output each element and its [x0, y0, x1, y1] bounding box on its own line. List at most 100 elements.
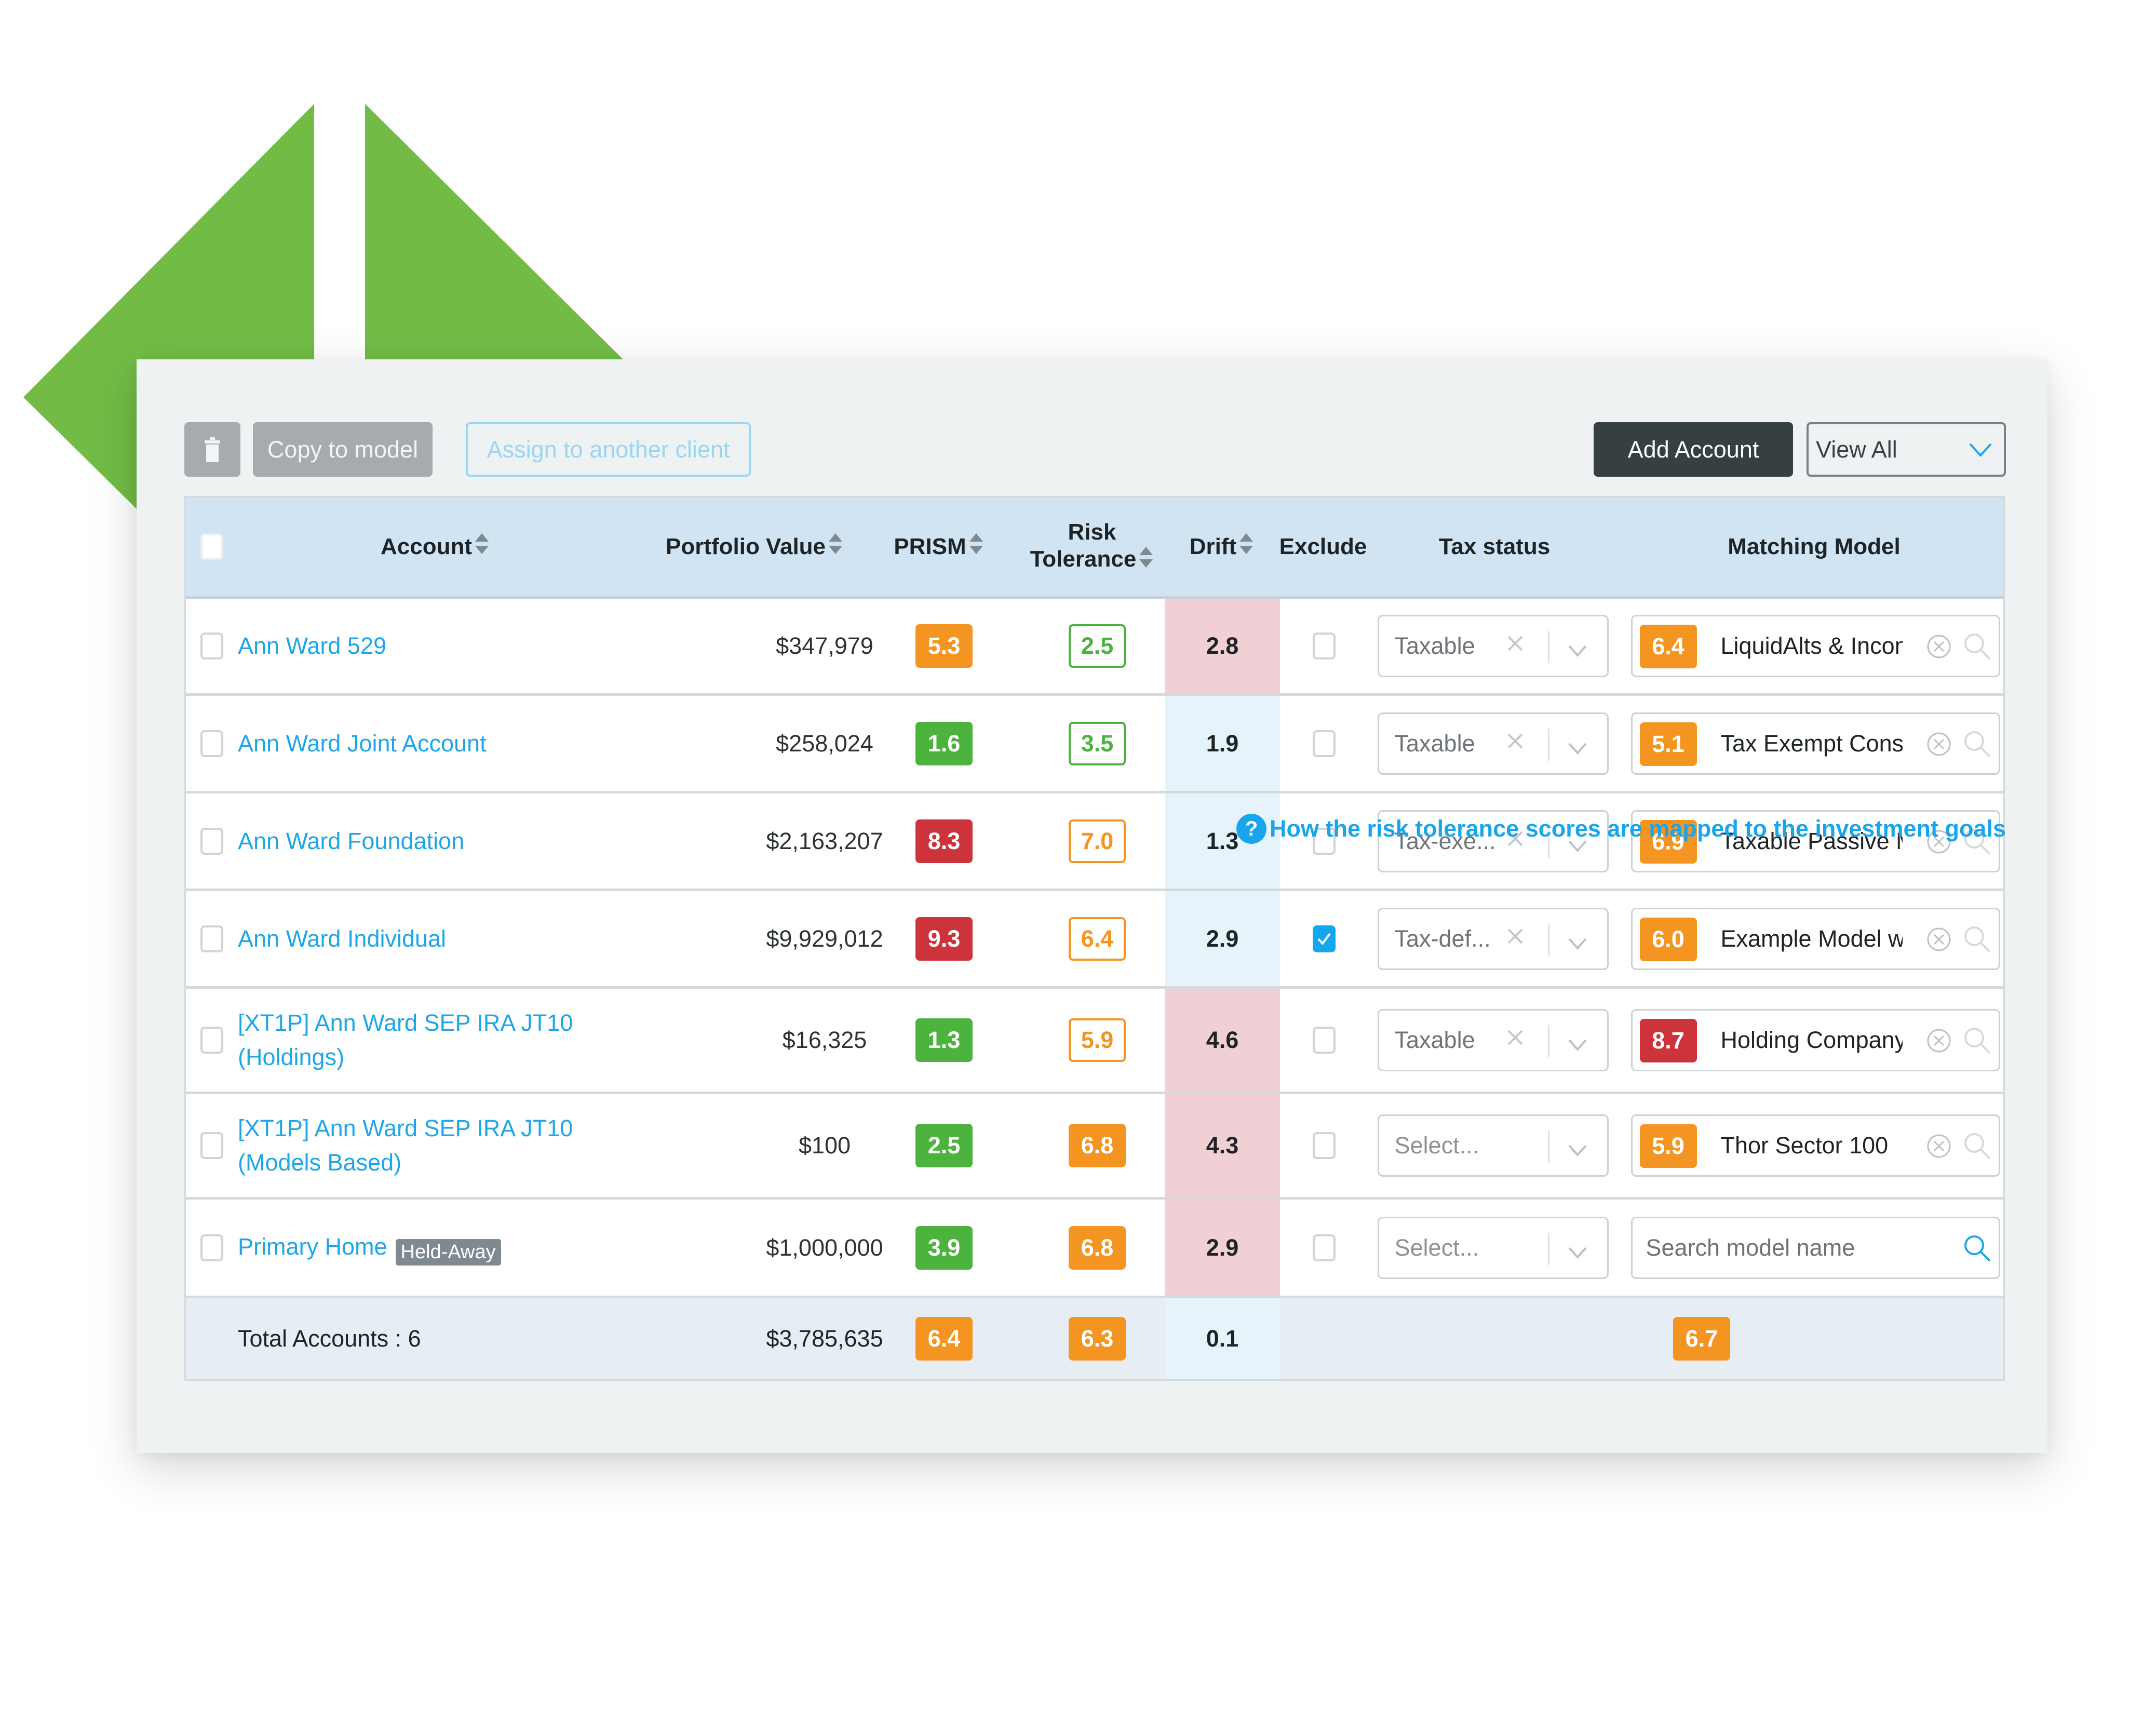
tax-status-select[interactable]: Taxable [1377, 712, 1609, 775]
exclude-checkbox[interactable] [1313, 1234, 1336, 1261]
risk-mapping-help-link[interactable]: ? How the risk tolerance scores are mapp… [1236, 814, 2006, 844]
sort-icon[interactable] [474, 532, 490, 561]
total-drift-cell: 0.1 [1165, 1298, 1280, 1379]
tax-status-select[interactable]: Tax-def... [1377, 907, 1609, 970]
account-link[interactable]: Ann Ward Foundation [238, 828, 464, 854]
row-checkbox[interactable] [200, 633, 223, 660]
chevron-down-icon[interactable] [1567, 734, 1588, 761]
tax-status-select[interactable]: Select... [1377, 1114, 1609, 1177]
clear-circle-icon[interactable] [1926, 926, 1952, 955]
select-all-checkbox[interactable] [200, 533, 223, 560]
header-account[interactable]: Account [362, 497, 508, 596]
row-checkbox[interactable] [200, 1132, 223, 1159]
search-icon[interactable] [1963, 730, 1992, 761]
prism-cell: 5.3 [871, 599, 1017, 693]
header-prism[interactable]: PRISM [866, 497, 1012, 596]
tax-status-select[interactable]: Select... [1377, 1216, 1609, 1279]
account-link[interactable]: [XT1P] Ann Ward SEP IRA JT10 (Holdings) [238, 1006, 573, 1074]
tax-status-cell: Taxable [1368, 989, 1618, 1092]
clear-circle-icon[interactable] [1926, 634, 1952, 662]
portfolio-value: $347,979 [776, 633, 873, 659]
clear-icon[interactable] [1506, 729, 1524, 756]
prism-badge: 5.3 [915, 624, 973, 668]
view-filter-select[interactable]: View All [1807, 422, 2006, 477]
row-checkbox[interactable] [200, 730, 223, 757]
drift-cell: 4.3 [1165, 1094, 1280, 1197]
copy-to-model-button[interactable]: Copy to model [253, 422, 433, 477]
tax-status-select[interactable]: Taxable [1377, 1009, 1609, 1071]
account-link[interactable]: Ann Ward Joint Account [238, 730, 487, 757]
row-checkbox[interactable] [200, 1234, 223, 1261]
header-drift[interactable]: Drift [1165, 497, 1279, 596]
account-cell: Ann Ward Joint Account [238, 696, 643, 791]
clear-icon[interactable] [1506, 1025, 1524, 1052]
chevron-down-icon[interactable] [1567, 636, 1588, 663]
header-matching-model: Matching Model [1728, 534, 1901, 559]
header-select-cell [186, 497, 238, 596]
exclude-checkbox[interactable] [1313, 925, 1336, 952]
search-icon[interactable] [1963, 1026, 1992, 1058]
exclude-checkbox[interactable] [1313, 1132, 1336, 1159]
header-risk-tolerance[interactable]: Risk Tolerance [1012, 497, 1172, 596]
total-risk-cell: 6.3 [1025, 1298, 1170, 1379]
drift-value: 2.8 [1206, 633, 1239, 659]
search-icon[interactable] [1963, 1132, 1992, 1163]
search-icon[interactable] [1963, 632, 1992, 664]
prism-badge: 3.9 [915, 1226, 973, 1270]
matching-model-field[interactable]: 5.1 Tax Exempt Conservative [1630, 712, 2000, 775]
table-row: [XT1P] Ann Ward SEP IRA JT10 (Models Base… [186, 1094, 2003, 1200]
row-checkbox[interactable] [200, 1027, 223, 1054]
total-portfolio-value: $3,785,635 [766, 1325, 883, 1352]
exclude-checkbox[interactable] [1313, 730, 1336, 757]
row-checkbox[interactable] [200, 925, 223, 952]
account-link[interactable]: Ann Ward Individual [238, 925, 446, 952]
matching-model-cell: 5.9 Thor Sector 100 [1624, 1094, 2006, 1197]
clear-circle-icon[interactable] [1926, 1133, 1952, 1162]
exclude-cell [1280, 1200, 1368, 1296]
header-portfolio-value[interactable]: Portfolio Value [643, 497, 866, 596]
chevron-down-icon[interactable] [1567, 1238, 1588, 1265]
search-icon[interactable] [1963, 1234, 1992, 1266]
matching-model-field[interactable]: 6.0 Example Model with [1630, 907, 2000, 970]
account-link[interactable]: [XT1P] Ann Ward SEP IRA JT10 (Models Base… [238, 1111, 573, 1180]
matching-model-field[interactable]: 6.4 LiquidAlts & Income [1630, 615, 2000, 677]
delete-button[interactable] [184, 422, 240, 477]
row-checkbox[interactable] [200, 827, 223, 855]
clear-circle-icon[interactable] [1926, 1028, 1952, 1056]
add-account-button[interactable]: Add Account [1594, 422, 1793, 477]
matching-model-field[interactable]: 8.7 Holding Company [1630, 1009, 2000, 1071]
risk-tolerance-cell: 6.8 [1025, 1094, 1170, 1197]
model-search-input[interactable]: Search model name [1630, 1216, 2000, 1279]
matching-model-field[interactable]: 5.9 Thor Sector 100 [1630, 1114, 2000, 1177]
model-score-badge: 8.7 [1639, 1019, 1697, 1062]
search-icon[interactable] [1963, 925, 1992, 957]
sort-icon[interactable] [1138, 546, 1154, 575]
chevron-down-icon[interactable] [1567, 929, 1588, 956]
clear-icon[interactable] [1506, 924, 1524, 951]
total-accounts-label: Total Accounts : 6 [238, 1325, 421, 1352]
clear-circle-icon[interactable] [1926, 731, 1952, 760]
chevron-down-icon[interactable] [1567, 1030, 1588, 1057]
exclude-cell [1280, 989, 1368, 1092]
exclude-checkbox[interactable] [1313, 633, 1336, 660]
accounts-panel: Copy to model Assign to another client A… [137, 359, 2047, 1453]
select-cell [186, 989, 238, 1092]
select-separator [1547, 631, 1549, 663]
prism-badge: 9.3 [915, 917, 973, 961]
portfolio-value: $258,024 [776, 730, 873, 757]
account-link[interactable]: Ann Ward 529 [238, 633, 386, 659]
drift-cell: 2.9 [1165, 891, 1280, 986]
select-separator [1547, 1131, 1549, 1163]
account-link[interactable]: Primary Home [238, 1233, 387, 1260]
sort-icon[interactable] [828, 532, 843, 561]
assign-to-another-client-button[interactable]: Assign to another client [466, 422, 751, 477]
sort-icon[interactable] [968, 532, 984, 561]
tax-status-select[interactable]: Taxable [1377, 615, 1609, 677]
matching-model-cell: Search model name [1624, 1200, 2006, 1296]
model-name: LiquidAlts & Income [1720, 633, 1903, 659]
chevron-down-icon[interactable] [1567, 1136, 1588, 1163]
clear-icon[interactable] [1506, 631, 1524, 658]
table-row: Primary Home Held-Away $1,000,000 3.9 6.8 2.9… [186, 1200, 2003, 1298]
sort-icon[interactable] [1238, 532, 1254, 561]
exclude-checkbox[interactable] [1313, 1027, 1336, 1054]
